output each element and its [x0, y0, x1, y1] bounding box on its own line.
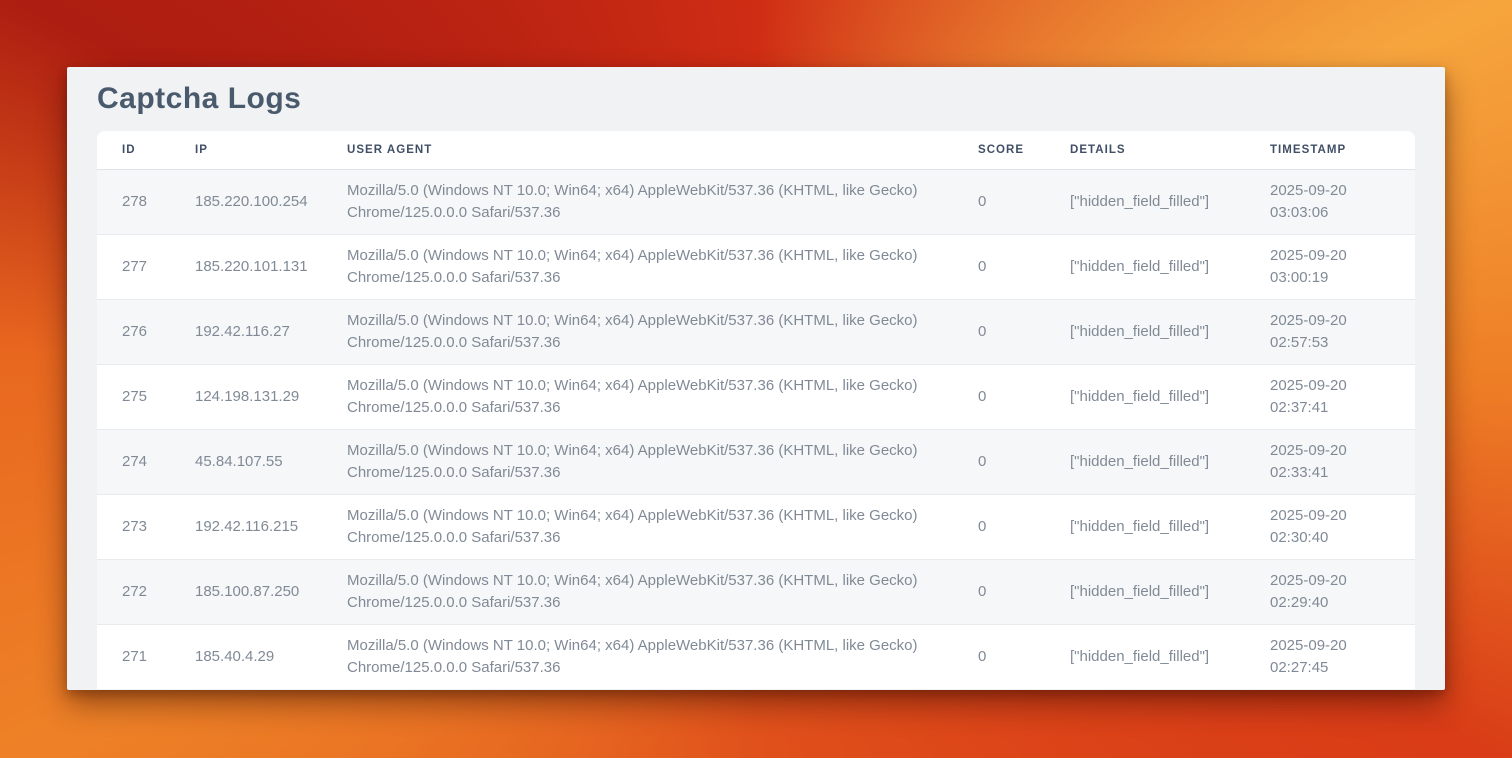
table-row: 272185.100.87.250Mozilla/5.0 (Windows NT…: [97, 559, 1415, 624]
cell-details: ["hidden_field_filled"]: [1070, 169, 1270, 234]
cell-id: 274: [97, 429, 195, 494]
cell-timestamp: 2025-09-20 02:37:41: [1270, 364, 1415, 429]
table-row: 276192.42.116.27Mozilla/5.0 (Windows NT …: [97, 299, 1415, 364]
cell-score: 0: [978, 429, 1070, 494]
cell-user_agent: Mozilla/5.0 (Windows NT 10.0; Win64; x64…: [347, 299, 978, 364]
logs-table-container: IDIPUSER AGENTSCOREDETAILSTIMESTAMP 2781…: [97, 131, 1415, 689]
cell-score: 0: [978, 299, 1070, 364]
page-background: { "page": { "title": "Captcha Logs" }, "…: [0, 0, 1512, 758]
cell-id: 276: [97, 299, 195, 364]
cell-id: 272: [97, 559, 195, 624]
cell-ip: 124.198.131.29: [195, 364, 347, 429]
cell-score: 0: [978, 494, 1070, 559]
cell-timestamp: 2025-09-20 02:33:41: [1270, 429, 1415, 494]
cell-ip: 185.100.87.250: [195, 559, 347, 624]
column-header-ip: IP: [195, 131, 347, 169]
column-header-details: DETAILS: [1070, 131, 1270, 169]
column-header-user_agent: USER AGENT: [347, 131, 978, 169]
cell-user_agent: Mozilla/5.0 (Windows NT 10.0; Win64; x64…: [347, 494, 978, 559]
cell-timestamp: 2025-09-20 02:30:40: [1270, 494, 1415, 559]
cell-user_agent: Mozilla/5.0 (Windows NT 10.0; Win64; x64…: [347, 624, 978, 689]
cell-user_agent: Mozilla/5.0 (Windows NT 10.0; Win64; x64…: [347, 169, 978, 234]
table-row: 275124.198.131.29Mozilla/5.0 (Windows NT…: [97, 364, 1415, 429]
cell-score: 0: [978, 624, 1070, 689]
cell-user_agent: Mozilla/5.0 (Windows NT 10.0; Win64; x64…: [347, 364, 978, 429]
cell-ip: 192.42.116.215: [195, 494, 347, 559]
cell-timestamp: 2025-09-20 02:57:53: [1270, 299, 1415, 364]
table-header: IDIPUSER AGENTSCOREDETAILSTIMESTAMP: [97, 131, 1415, 169]
table-body: 278185.220.100.254Mozilla/5.0 (Windows N…: [97, 169, 1415, 689]
cell-ip: 185.220.100.254: [195, 169, 347, 234]
cell-score: 0: [978, 169, 1070, 234]
cell-score: 0: [978, 559, 1070, 624]
table-row: 273192.42.116.215Mozilla/5.0 (Windows NT…: [97, 494, 1415, 559]
cell-id: 277: [97, 234, 195, 299]
cell-id: 275: [97, 364, 195, 429]
cell-details: ["hidden_field_filled"]: [1070, 559, 1270, 624]
table-row: 278185.220.100.254Mozilla/5.0 (Windows N…: [97, 169, 1415, 234]
cell-details: ["hidden_field_filled"]: [1070, 494, 1270, 559]
cell-score: 0: [978, 234, 1070, 299]
cell-timestamp: 2025-09-20 02:29:40: [1270, 559, 1415, 624]
cell-ip: 185.40.4.29: [195, 624, 347, 689]
cell-details: ["hidden_field_filled"]: [1070, 429, 1270, 494]
column-header-timestamp: TIMESTAMP: [1270, 131, 1415, 169]
table-row: 277185.220.101.131Mozilla/5.0 (Windows N…: [97, 234, 1415, 299]
cell-user_agent: Mozilla/5.0 (Windows NT 10.0; Win64; x64…: [347, 234, 978, 299]
cell-score: 0: [978, 364, 1070, 429]
column-header-id: ID: [97, 131, 195, 169]
cell-ip: 45.84.107.55: [195, 429, 347, 494]
table-header-row: IDIPUSER AGENTSCOREDETAILSTIMESTAMP: [97, 131, 1415, 169]
table-row: 271185.40.4.29Mozilla/5.0 (Windows NT 10…: [97, 624, 1415, 689]
cell-details: ["hidden_field_filled"]: [1070, 234, 1270, 299]
cell-ip: 192.42.116.27: [195, 299, 347, 364]
page-title: Captcha Logs: [67, 67, 1445, 117]
column-header-score: SCORE: [978, 131, 1070, 169]
logs-table: IDIPUSER AGENTSCOREDETAILSTIMESTAMP 2781…: [97, 131, 1415, 689]
cell-timestamp: 2025-09-20 03:03:06: [1270, 169, 1415, 234]
cell-details: ["hidden_field_filled"]: [1070, 299, 1270, 364]
cell-details: ["hidden_field_filled"]: [1070, 364, 1270, 429]
cell-details: ["hidden_field_filled"]: [1070, 624, 1270, 689]
cell-user_agent: Mozilla/5.0 (Windows NT 10.0; Win64; x64…: [347, 429, 978, 494]
cell-id: 278: [97, 169, 195, 234]
table-row: 27445.84.107.55Mozilla/5.0 (Windows NT 1…: [97, 429, 1415, 494]
cell-id: 273: [97, 494, 195, 559]
captcha-logs-card: Captcha Logs IDIPUSER AGENTSCOREDETAILST…: [67, 67, 1445, 690]
cell-user_agent: Mozilla/5.0 (Windows NT 10.0; Win64; x64…: [347, 559, 978, 624]
cell-ip: 185.220.101.131: [195, 234, 347, 299]
cell-id: 271: [97, 624, 195, 689]
cell-timestamp: 2025-09-20 03:00:19: [1270, 234, 1415, 299]
cell-timestamp: 2025-09-20 02:27:45: [1270, 624, 1415, 689]
